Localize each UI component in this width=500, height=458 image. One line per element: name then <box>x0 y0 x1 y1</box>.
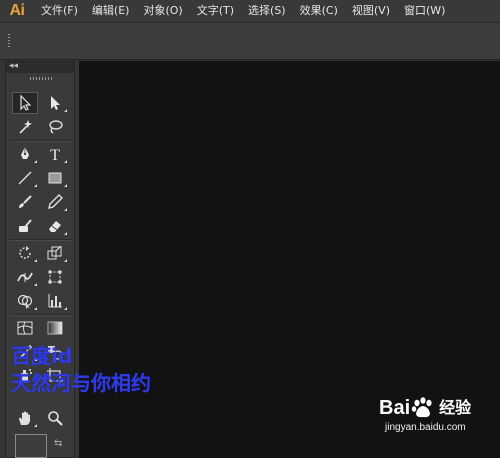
rotate-tool[interactable] <box>12 242 38 264</box>
menu-file[interactable]: 文件(F) <box>34 0 85 22</box>
svg-text:T: T <box>50 147 60 163</box>
graph-tool[interactable] <box>42 290 68 312</box>
blob-brush-icon <box>19 219 32 232</box>
control-bar <box>0 22 500 60</box>
baidu-brand-left: Bai <box>379 397 411 419</box>
lasso-icon <box>49 120 63 134</box>
gradient-tool[interactable] <box>42 317 68 339</box>
overlay-line-1: 百度id <box>11 344 73 368</box>
menu-effect[interactable]: 效果(C) <box>293 0 345 22</box>
tools-panel-grip[interactable] <box>30 77 52 80</box>
baidu-watermark: Bai 经验 jingyan.baidu.com <box>379 395 497 445</box>
paintbrush-tool[interactable] <box>12 191 38 213</box>
mesh-tool[interactable] <box>12 317 38 339</box>
swap-colors-icon[interactable]: ⇆ <box>54 438 62 449</box>
selection-tool[interactable] <box>12 92 38 114</box>
menu-window[interactable]: 窗口(W) <box>397 0 452 22</box>
baidu-url: jingyan.baidu.com <box>385 422 466 433</box>
menu-object[interactable]: 对象(O) <box>136 0 189 22</box>
menu-select[interactable]: 选择(S) <box>241 0 293 22</box>
app-logo: Ai <box>9 2 26 19</box>
baidu-paw-icon <box>411 397 432 418</box>
zoom-tool[interactable] <box>42 407 68 429</box>
tools-panel: ◂◂ T ⇆ <box>5 61 75 458</box>
selection-arrow-icon <box>20 94 32 111</box>
free-transform-icon <box>48 270 62 284</box>
zoom-icon <box>48 411 63 426</box>
illustrator-window: Ai 文件(F) 编辑(E) 对象(O) 文字(T) 选择(S) 效果(C) 视… <box>0 0 500 458</box>
shape-builder-tool[interactable] <box>12 290 38 312</box>
tool-separator <box>10 314 72 316</box>
rectangle-tool[interactable] <box>42 167 68 189</box>
type-tool[interactable]: T <box>42 143 68 165</box>
tool-separator <box>10 140 72 142</box>
eraser-tool[interactable] <box>42 215 68 237</box>
tools-panel-header: ◂◂ <box>6 61 74 73</box>
overlay-caption: 百度id 天然河与你相约 <box>11 343 151 397</box>
magic-wand-icon <box>19 120 32 134</box>
double-chevron-left-icon[interactable]: ◂◂ <box>9 61 18 72</box>
pencil-tool[interactable] <box>42 191 68 213</box>
pen-tool[interactable] <box>12 143 38 165</box>
line-segment-tool[interactable] <box>12 167 38 189</box>
direct-selection-tool[interactable] <box>42 92 68 114</box>
overlay-line-2: 天然河与你相约 <box>11 371 151 395</box>
fill-stroke-swatch[interactable] <box>15 434 47 458</box>
menu-type[interactable]: 文字(T) <box>190 0 241 22</box>
mesh-icon <box>17 321 33 335</box>
width-tool[interactable] <box>12 266 38 288</box>
tool-separator <box>10 239 72 241</box>
paintbrush-icon <box>19 195 32 208</box>
free-transform-tool[interactable] <box>42 266 68 288</box>
blob-brush-tool[interactable] <box>12 215 38 237</box>
menu-bar: Ai 文件(F) 编辑(E) 对象(O) 文字(T) 选择(S) 效果(C) 视… <box>0 0 500 22</box>
menu-view[interactable]: 视图(V) <box>345 0 397 22</box>
magic-wand-tool[interactable] <box>12 116 38 138</box>
gradient-icon <box>47 321 63 335</box>
menu-edit[interactable]: 编辑(E) <box>85 0 137 22</box>
hand-tool[interactable] <box>12 407 38 429</box>
lasso-tool[interactable] <box>42 116 68 138</box>
control-bar-grip[interactable] <box>8 34 10 48</box>
baidu-brand: Bai 经验 <box>379 395 497 421</box>
scale-tool[interactable] <box>42 242 68 264</box>
baidu-brand-right: 经验 <box>439 398 472 417</box>
